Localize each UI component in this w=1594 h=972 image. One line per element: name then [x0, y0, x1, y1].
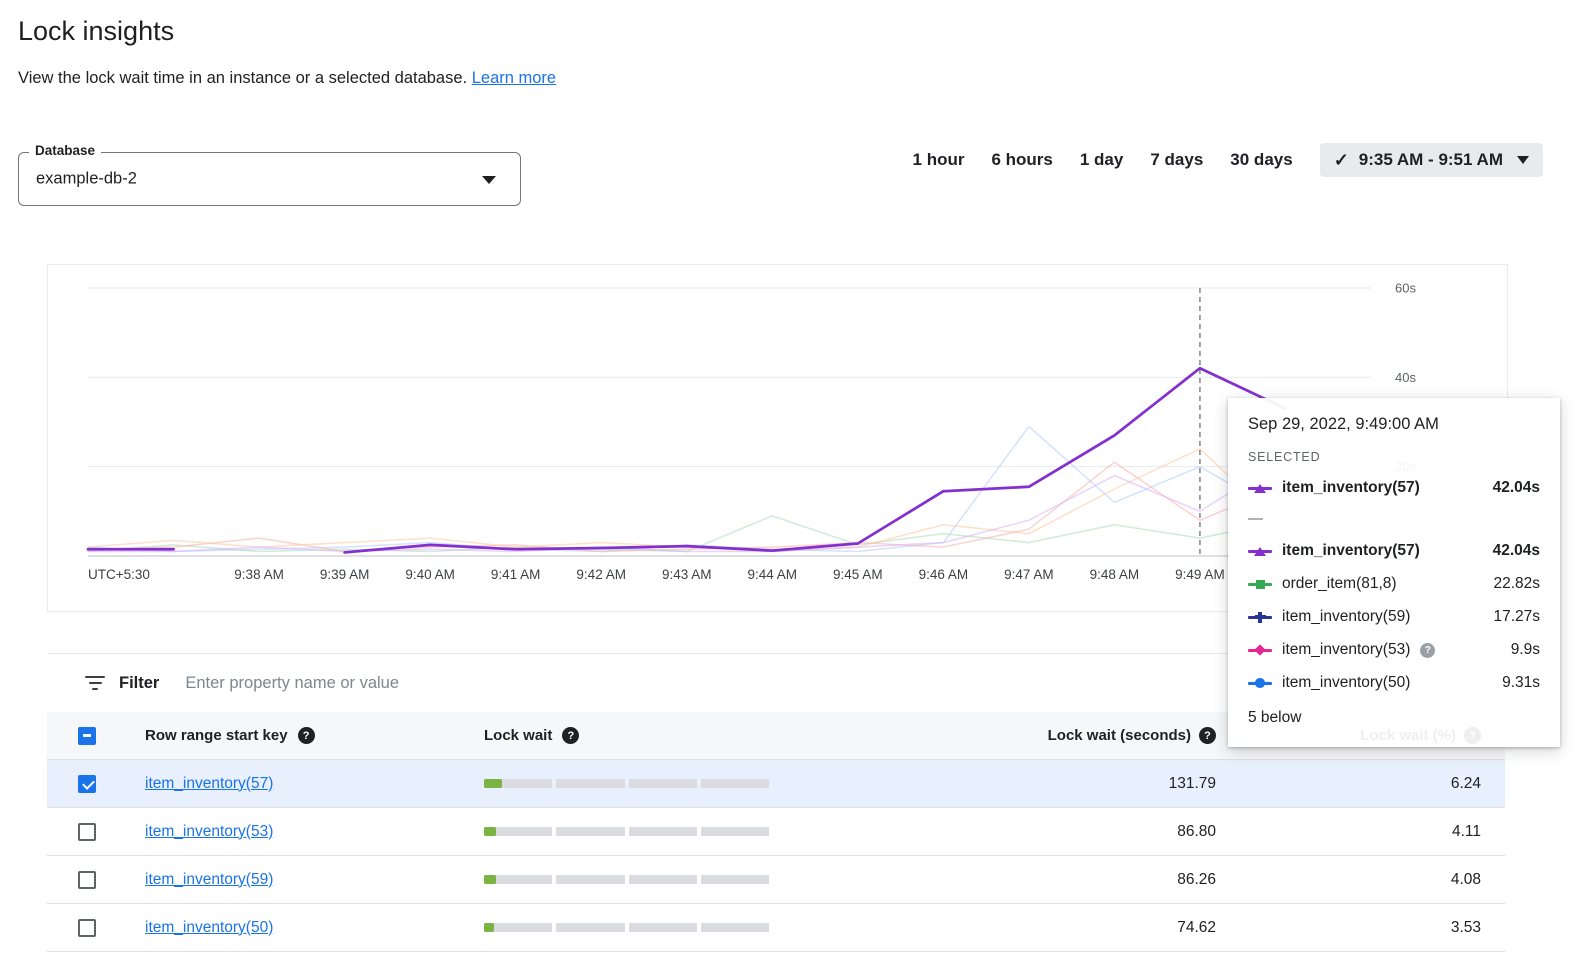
help-icon[interactable]: ?: [1199, 727, 1216, 744]
tooltip-timestamp: Sep 29, 2022, 9:49:00 AM: [1248, 415, 1540, 434]
row-checkbox[interactable]: [78, 919, 96, 937]
lock-wait-seconds: 74.62: [779, 919, 1216, 937]
page-description: View the lock wait time in an instance o…: [18, 69, 467, 87]
tooltip-series-row: item_inventory(50) ? 9.31s: [1248, 674, 1540, 692]
row-checkbox[interactable]: [78, 823, 96, 841]
time-range-selector: 1 hour 6 hours 1 day 7 days 30 days ✓ 9:…: [913, 140, 1543, 180]
column-header-row-range-start-key: Row range start key: [145, 727, 288, 744]
row-checkbox[interactable]: [78, 871, 96, 889]
table-row[interactable]: item_inventory(50) 74.62 3.53: [47, 904, 1505, 952]
time-range-button-7-days[interactable]: 7 days: [1150, 150, 1203, 170]
lock-wait-bar: [484, 779, 769, 788]
lock-wait-seconds: 86.80: [779, 823, 1216, 841]
row-key-link[interactable]: item_inventory(57): [145, 775, 273, 793]
custom-time-range-label: 9:35 AM - 9:51 AM: [1359, 150, 1503, 170]
svg-text:9:44 AM: 9:44 AM: [748, 567, 798, 582]
series-marker-icon: [1248, 545, 1272, 557]
svg-text:9:40 AM: 9:40 AM: [405, 567, 455, 582]
lock-wait-bar-fill: [484, 923, 494, 932]
database-select-label: Database: [29, 143, 101, 158]
table-row[interactable]: item_inventory(53) 86.80 4.11: [47, 808, 1505, 856]
svg-text:9:49 AM: 9:49 AM: [1175, 567, 1225, 582]
table-row[interactable]: item_inventory(59) 86.26 4.08: [47, 856, 1505, 904]
check-icon: ✓: [1334, 151, 1349, 169]
row-key-link[interactable]: item_inventory(50): [145, 919, 273, 937]
svg-text:9:39 AM: 9:39 AM: [320, 567, 370, 582]
lock-wait-bar-fill: [484, 779, 502, 788]
column-header-lock-wait: Lock wait: [484, 727, 552, 744]
tooltip-divider: —: [1248, 510, 1540, 527]
table-row[interactable]: item_inventory(57) 131.79 6.24: [47, 760, 1505, 808]
custom-time-range-button[interactable]: ✓ 9:35 AM - 9:51 AM: [1320, 143, 1543, 177]
lock-wait-percent: 3.53: [1216, 919, 1505, 937]
svg-text:9:48 AM: 9:48 AM: [1090, 567, 1140, 582]
time-range-button-1-hour[interactable]: 1 hour: [913, 150, 965, 170]
svg-text:9:42 AM: 9:42 AM: [576, 567, 626, 582]
database-select-value: example-db-2: [36, 170, 137, 189]
svg-text:9:43 AM: 9:43 AM: [662, 567, 712, 582]
tooltip-series-row: item_inventory(59) ? 17.27s: [1248, 608, 1540, 626]
tooltip-selected-label: SELECTED: [1248, 450, 1540, 464]
series-marker-icon: [1248, 611, 1272, 623]
help-icon: ?: [1420, 643, 1435, 658]
time-range-button-30-days[interactable]: 30 days: [1230, 150, 1292, 170]
lock-wait-bar: [484, 875, 769, 884]
svg-text:9:46 AM: 9:46 AM: [919, 567, 969, 582]
dropdown-arrow-icon: [482, 176, 496, 184]
time-range-button-6-hours[interactable]: 6 hours: [991, 150, 1052, 170]
series-marker-icon: [1248, 644, 1272, 656]
chart-tooltip: Sep 29, 2022, 9:49:00 AM SELECTED item_i…: [1228, 398, 1560, 747]
tooltip-series-row: item_inventory(57) ? 42.04s: [1248, 542, 1540, 560]
lock-wait-bar: [484, 923, 769, 932]
svg-text:9:38 AM: 9:38 AM: [234, 567, 284, 582]
lock-wait-bar-fill: [484, 827, 496, 836]
lock-wait-percent: 4.11: [1216, 823, 1505, 841]
svg-text:UTC+5:30: UTC+5:30: [88, 567, 150, 582]
tooltip-series-row: item_inventory(53) ? 9.9s: [1248, 641, 1540, 659]
tooltip-footer: 5 below: [1248, 709, 1540, 727]
learn-more-link[interactable]: Learn more: [472, 69, 556, 87]
row-key-link[interactable]: item_inventory(53): [145, 823, 273, 841]
svg-text:60s: 60s: [1395, 281, 1416, 296]
database-select[interactable]: Database example-db-2: [18, 152, 521, 206]
row-checkbox[interactable]: [78, 775, 96, 793]
svg-text:40s: 40s: [1395, 370, 1416, 385]
tooltip-selected-row: item_inventory(57) ? 42.04s: [1248, 479, 1540, 497]
lock-wait-bar: [484, 827, 769, 836]
series-marker-icon: [1248, 677, 1272, 689]
lock-wait-percent: 4.08: [1216, 871, 1505, 889]
help-icon[interactable]: ?: [298, 727, 315, 744]
svg-text:9:47 AM: 9:47 AM: [1004, 567, 1054, 582]
lock-wait-seconds: 86.26: [779, 871, 1216, 889]
svg-text:9:41 AM: 9:41 AM: [491, 567, 541, 582]
svg-text:9:45 AM: 9:45 AM: [833, 567, 883, 582]
lock-wait-seconds: 131.79: [779, 775, 1216, 793]
row-key-link[interactable]: item_inventory(59): [145, 871, 273, 889]
filter-label: Filter: [119, 674, 159, 693]
series-marker-icon: [1248, 482, 1272, 494]
caret-down-icon: [1517, 156, 1529, 164]
series-marker-icon: [1248, 578, 1272, 590]
column-header-lock-wait-seconds: Lock wait (seconds): [1048, 727, 1191, 744]
page-title: Lock insights: [18, 16, 174, 47]
filter-icon: [85, 676, 105, 690]
time-range-button-1-day[interactable]: 1 day: [1080, 150, 1123, 170]
select-all-checkbox[interactable]: [78, 727, 96, 745]
lock-wait-percent: 6.24: [1216, 775, 1505, 793]
lock-wait-bar-fill: [484, 875, 496, 884]
help-icon[interactable]: ?: [562, 727, 579, 744]
tooltip-series-row: order_item(81,8) ? 22.82s: [1248, 575, 1540, 593]
